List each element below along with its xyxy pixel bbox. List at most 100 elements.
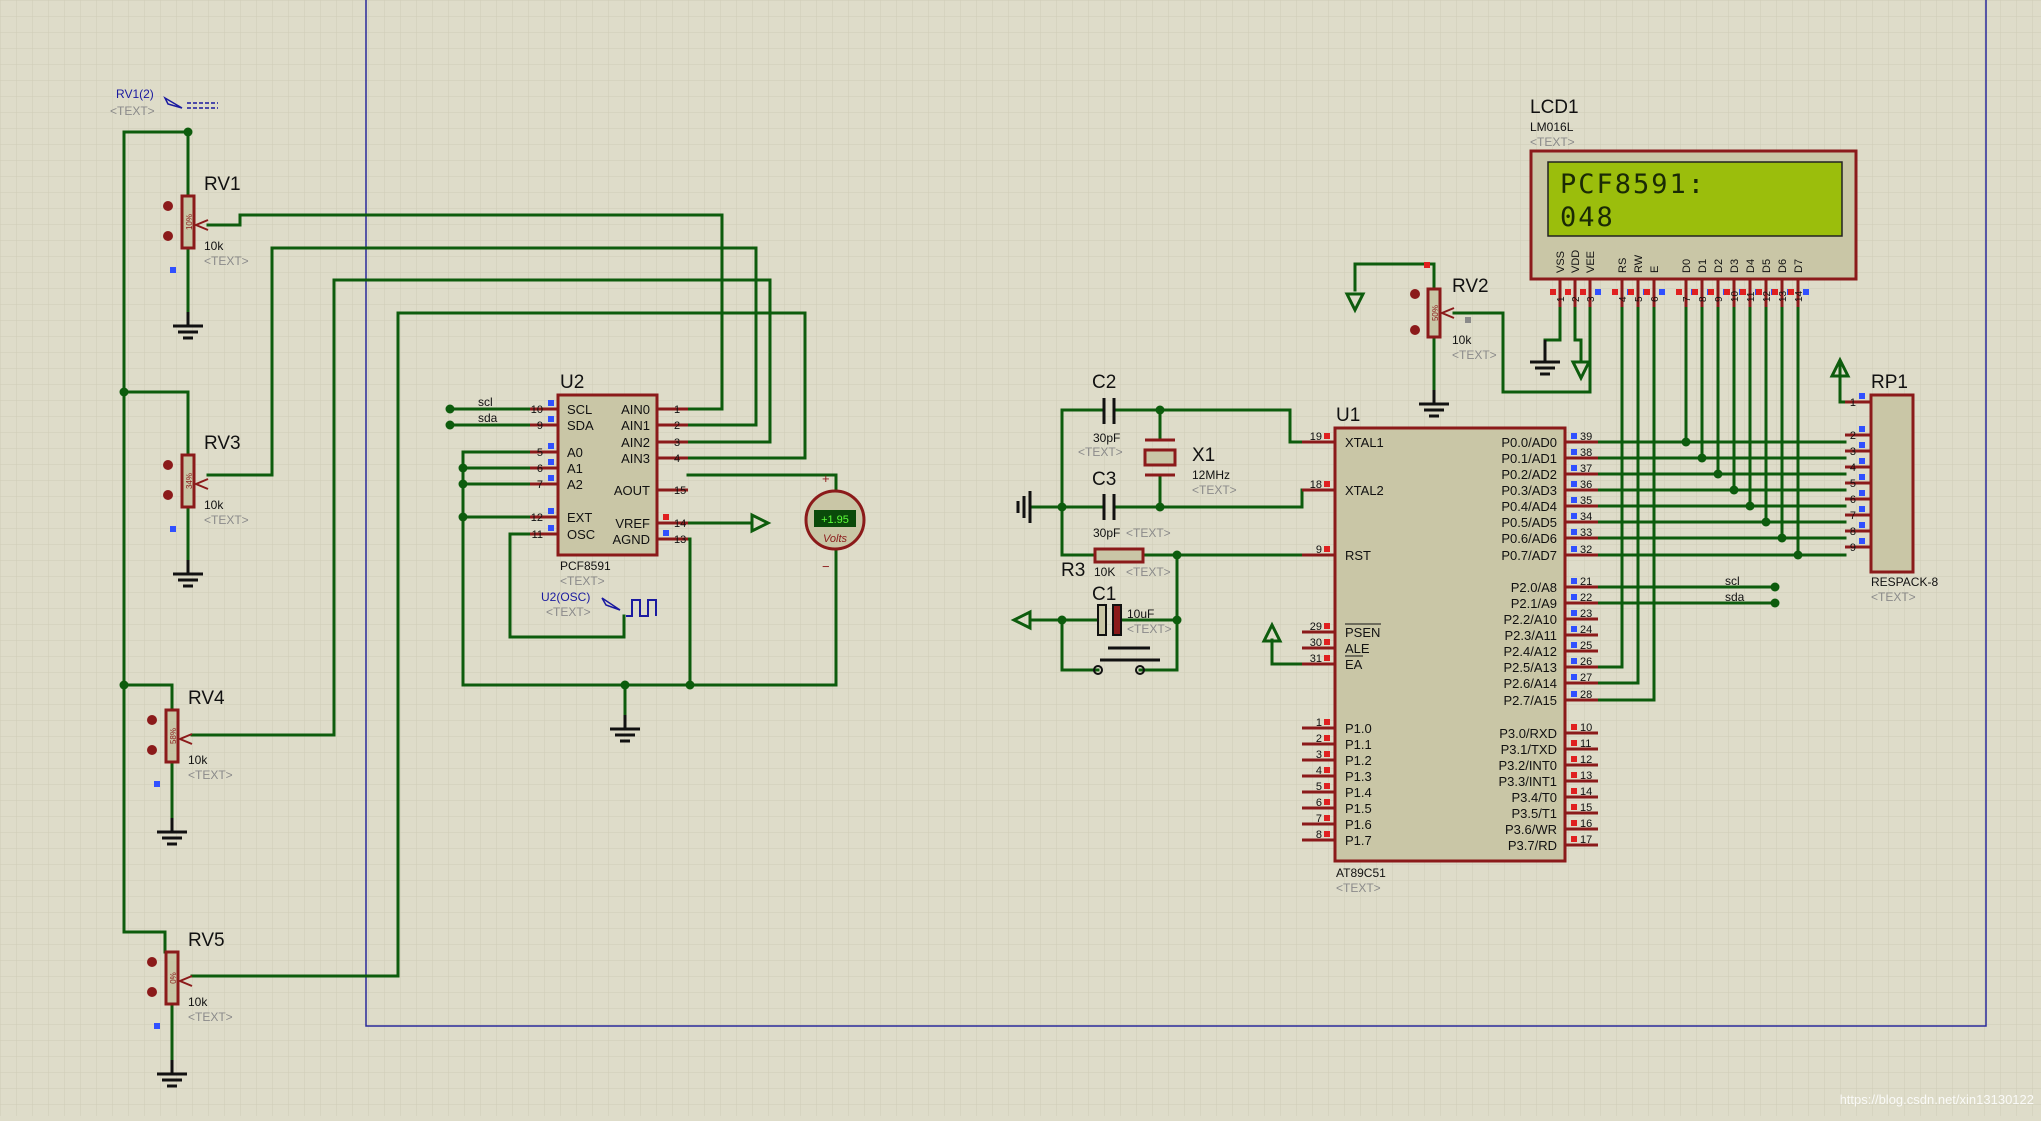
pin-marker (1803, 289, 1809, 295)
lcd-pin-vss: VSS (1555, 251, 1567, 273)
pin-marker (1859, 490, 1865, 496)
u2-pin-number: 5 (537, 447, 543, 459)
pot-terminal (1410, 325, 1420, 335)
rp1-pin-number: 5 (1850, 478, 1856, 490)
u1-text: <TEXT> (1336, 881, 1381, 895)
lcd-pin-d2: D2 (1713, 259, 1725, 273)
lcd1-line2: 048 (1560, 202, 1615, 233)
pin-marker (1612, 289, 1618, 295)
u1-pin-p07ad7: P0.7/AD7 (1501, 548, 1557, 563)
lcd1-line1: PCF8591: (1560, 169, 1706, 200)
u2-pin-osc: OSC (567, 527, 595, 542)
rp1-pin-number: 9 (1850, 542, 1856, 554)
pin-marker (1788, 289, 1794, 295)
pin-marker (1859, 442, 1865, 448)
pin-marker (1571, 772, 1577, 778)
pin-marker (1565, 289, 1571, 295)
u1-pin-number: 14 (1580, 786, 1592, 798)
u1-pin-xtal1: XTAL1 (1345, 435, 1384, 450)
u1-pin-number: 12 (1580, 754, 1592, 766)
u1-pin-number: 36 (1580, 479, 1592, 491)
pin-marker (1859, 426, 1865, 432)
junction-dot (1770, 582, 1780, 592)
lcd-pin-number: 5 (1634, 296, 1645, 302)
u2-pin-vref: VREF (615, 516, 650, 531)
u1-pin-number: 3 (1316, 749, 1322, 761)
pin-marker (1324, 719, 1330, 725)
pin-marker (1424, 262, 1430, 268)
rv5-text: <TEXT> (188, 1010, 233, 1024)
u1-pin-number: 25 (1580, 640, 1592, 652)
u1-pin-number: 35 (1580, 495, 1592, 507)
u2-pin-ain2: AIN2 (621, 435, 650, 450)
pin-marker (1571, 610, 1577, 616)
lcd1-text: <TEXT> (1530, 135, 1575, 149)
u1-pin-p23a11: P2.3/A11 (1504, 628, 1557, 643)
voltmeter-reading: +1.95 (821, 514, 849, 526)
u1-pin-p31txd: P3.1/TXD (1501, 742, 1557, 757)
net-label-sda-u2: sda (478, 411, 498, 425)
pin-marker (548, 475, 554, 481)
u1-pin-p34t0: P3.4/T0 (1511, 790, 1557, 805)
u1-pin-p37rd: P3.7/RD (1508, 838, 1557, 853)
u1-pin-number: 15 (1580, 802, 1592, 814)
rp1-pin-number: 2 (1850, 430, 1856, 442)
pin-marker (1324, 433, 1330, 439)
rv3-value: 10k (204, 498, 224, 512)
junction-dot (119, 387, 129, 397)
u1-pin-number: 28 (1580, 689, 1592, 701)
pin-marker (1571, 433, 1577, 439)
u1-ref: U1 (1336, 405, 1360, 426)
pin-marker (548, 508, 554, 514)
u1-pin-p21a9: P2.1/A9 (1511, 596, 1557, 611)
voltmeter-plus: + (822, 471, 830, 486)
pot-terminal (163, 490, 173, 500)
lcd-pin-number: 2 (1571, 296, 1582, 302)
pin-marker (1859, 506, 1865, 512)
x1-text: <TEXT> (1192, 483, 1237, 497)
watermark: https://blog.csdn.net/xin13130122 (1840, 1092, 2034, 1107)
pin-marker (1324, 751, 1330, 757)
pin-marker (1724, 289, 1730, 295)
pin-marker (1571, 820, 1577, 826)
pin-marker (1628, 289, 1634, 295)
u1-pin-p12: P1.2 (1345, 753, 1372, 768)
c3-text: <TEXT> (1126, 526, 1171, 540)
u2-pin-number: 9 (537, 420, 543, 432)
u2-osc-label: U2(OSC) (541, 590, 590, 604)
u1-pin-p03ad3: P0.3/AD3 (1501, 483, 1557, 498)
rv1-generator-label: RV1(2) (116, 87, 154, 101)
lcd1-ref: LCD1 (1530, 97, 1579, 118)
pin-marker (548, 525, 554, 531)
junction-dot (119, 680, 129, 690)
u2-osc-text: <TEXT> (546, 605, 591, 619)
pin-marker (548, 459, 554, 465)
u2-pin-number: 15 (674, 485, 686, 497)
pin-marker (1859, 522, 1865, 528)
pin-marker (1708, 289, 1714, 295)
u1-pin-number: 27 (1580, 672, 1592, 684)
u1-pin-p17: P1.7 (1345, 833, 1372, 848)
u2-pin-ain3: AIN3 (621, 451, 650, 466)
pin-marker (1571, 497, 1577, 503)
c3-value: 30pF (1093, 526, 1120, 540)
pin-marker (1580, 289, 1586, 295)
junction-dot (1777, 533, 1787, 543)
pin-marker (1324, 655, 1330, 661)
lcd-pin-d0: D0 (1681, 259, 1693, 273)
rv2-percent: 50% (1431, 305, 1440, 321)
u1-pin-number: 17 (1580, 834, 1592, 846)
u1-pin-p06ad6: P0.6/AD6 (1501, 531, 1557, 546)
pin-marker (1859, 458, 1865, 464)
schematic-canvas[interactable]: RV1(2) <TEXT> 10% RV1 10k <TEXT> 34% RV3 10k <… (0, 0, 2041, 1116)
u1-pin-number: 34 (1580, 511, 1592, 523)
r3-text: <TEXT> (1126, 565, 1171, 579)
pin-marker (1324, 815, 1330, 821)
rv1-value: 10k (204, 239, 224, 253)
rv1-text: <TEXT> (204, 254, 249, 268)
pin-marker (1571, 594, 1577, 600)
u2-pin-number: 4 (674, 453, 680, 465)
rp1-pin-number: 4 (1850, 462, 1856, 474)
u1-pin-number: 16 (1580, 818, 1592, 830)
u1-pin-xtal2: XTAL2 (1345, 483, 1384, 498)
